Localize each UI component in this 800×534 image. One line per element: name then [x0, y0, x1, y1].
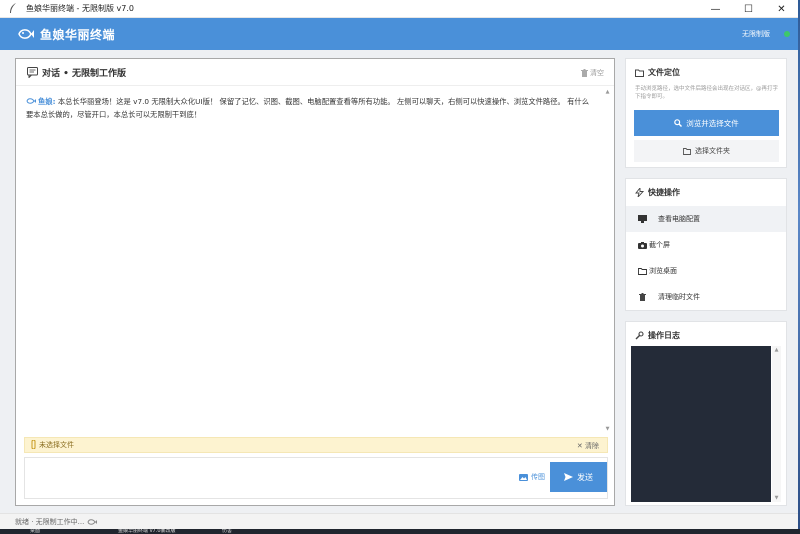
search-icon: [674, 119, 683, 127]
wrench-icon: [635, 331, 644, 340]
scroll-up-arrow-icon[interactable]: ▲: [772, 347, 781, 353]
quick-item-label: 清理临时文件: [658, 293, 700, 301]
fish-icon: [26, 98, 36, 104]
camera-icon: [637, 240, 647, 250]
quick-item-clean-temp[interactable]: 清理临时文件: [626, 284, 786, 310]
image-icon: [519, 473, 528, 481]
bot-message: 鱼娘: 本总长华丽登场！这是 v7.0 无限制大众化UI版！ 保留了记忆、识图、…: [26, 95, 594, 121]
file-locate-card: 文件定位 手动浏览路径，选中文件后路径会出现在对话区，@再打字下指令即可。 浏览…: [625, 58, 787, 168]
window-controls: — ☐ ✕: [699, 0, 798, 18]
folder-icon: [683, 147, 691, 155]
chat-scrollbar[interactable]: ▲ ▼: [604, 89, 611, 433]
file-locate-description: 手动浏览路径，选中文件后路径会出现在对话区，@再打字下指令即可。: [635, 86, 779, 100]
message-input[interactable]: 传图 发送: [24, 457, 608, 499]
taskbar-item[interactable]: 鱼娘华丽终端 v7.0暴改版: [118, 529, 176, 534]
quick-item-label: 浏览桌面: [649, 267, 677, 275]
monitor-icon: [637, 214, 647, 224]
quick-item-screenshot[interactable]: 截个屏: [626, 232, 786, 258]
status-text: 就绪 · 无限制工作中...: [15, 517, 85, 526]
taskbar-item[interactable]: 桌面: [30, 529, 40, 534]
quick-ops-card: 快捷操作 查看电脑配置 截个屏 浏览桌面 清理临时文件: [625, 178, 787, 311]
chat-header: 对话 • 无限制工作版 清空: [16, 59, 614, 86]
trash-icon: [637, 292, 647, 302]
file-status: 未选择文件: [39, 441, 74, 449]
log-scrollbar[interactable]: ▲ ▼: [772, 346, 781, 502]
select-folder-button[interactable]: 选择文件夹: [634, 140, 779, 162]
window-title: 鱼娘华丽终端 - 无限制版 v7.0: [26, 4, 134, 13]
chat-panel: 对话 • 无限制工作版 清空 鱼娘: 本总长华丽登场！这是 v7.0 无限制大众…: [15, 58, 615, 506]
lightning-icon: [635, 188, 644, 197]
log-output[interactable]: [631, 346, 771, 502]
folder-icon: [637, 266, 647, 276]
quick-item-label: 查看电脑配置: [658, 215, 700, 223]
send-label: 发送: [577, 472, 593, 482]
chat-title: 对话 • 无限制工作版: [42, 68, 127, 79]
feather-icon: [8, 3, 18, 15]
message-area[interactable]: 鱼娘: 本总长华丽登场！这是 v7.0 无限制大众化UI版！ 保留了记忆、识图、…: [16, 87, 604, 433]
app-header: 鱼娘华丽终端 无限制版: [0, 18, 798, 50]
clear-file-button[interactable]: ✕ 清除: [577, 441, 599, 451]
main-area: 对话 • 无限制工作版 清空 鱼娘: 本总长华丽登场！这是 v7.0 无限制大众…: [0, 50, 798, 513]
quick-item-label: 截个屏: [649, 241, 670, 249]
select-folder-label: 选择文件夹: [695, 147, 730, 155]
app-brand: 鱼娘华丽终端: [40, 27, 116, 42]
folder-outline-icon: [635, 69, 644, 77]
status-bar: 就绪 · 无限制工作中...: [0, 513, 798, 529]
fish-icon: [87, 518, 98, 525]
scroll-down-arrow-icon[interactable]: ▼: [772, 495, 781, 501]
chat-bubble-icon: [26, 66, 38, 78]
quick-item-browse-desktop[interactable]: 浏览桌面: [626, 258, 786, 284]
send-button[interactable]: 发送: [550, 462, 607, 492]
edition-badge: 无限制版: [742, 30, 770, 38]
os-taskbar: 桌面 鱼娘华丽终端 v7.0暴改版 伤害: [0, 529, 800, 534]
maximize-button[interactable]: ☐: [732, 0, 765, 18]
message-text: 本总长华丽登场！这是 v7.0 无限制大众化UI版！ 保留了记忆、识图、截图、电…: [26, 97, 590, 119]
quick-item-view-config[interactable]: 查看电脑配置: [626, 206, 786, 232]
log-card: 操作日志 ▲ ▼: [625, 321, 787, 506]
scroll-down-arrow-icon[interactable]: ▼: [604, 426, 611, 433]
log-title: 操作日志: [635, 330, 680, 341]
browse-file-label: 浏览并选择文件: [686, 118, 739, 128]
trash-icon: [581, 69, 588, 77]
fish-logo-icon: [18, 26, 34, 42]
close-button[interactable]: ✕: [765, 0, 798, 18]
window-titlebar: 鱼娘华丽终端 - 无限制版 v7.0 — ☐ ✕: [0, 0, 798, 18]
send-icon: [564, 473, 573, 481]
upload-image-label: 传图: [531, 473, 545, 481]
message-speaker: 鱼娘:: [38, 97, 56, 106]
online-status-dot: [784, 31, 790, 37]
quick-ops-list: 查看电脑配置 截个屏 浏览桌面 清理临时文件: [626, 206, 786, 310]
selected-file-bar: 未选择文件 ✕ 清除: [24, 437, 608, 453]
taskbar-item[interactable]: 伤害: [222, 529, 232, 534]
clear-chat-button[interactable]: 清空: [581, 68, 604, 78]
scroll-up-arrow-icon[interactable]: ▲: [604, 89, 611, 96]
clear-chat-label: 清空: [590, 69, 604, 77]
upload-image-button[interactable]: 传图: [519, 472, 545, 482]
file-locate-title: 文件定位: [635, 67, 680, 78]
browse-file-button[interactable]: 浏览并选择文件: [634, 110, 779, 136]
paperclip-icon: [31, 439, 36, 451]
quick-ops-title: 快捷操作: [635, 187, 680, 198]
minimize-button[interactable]: —: [699, 0, 732, 18]
